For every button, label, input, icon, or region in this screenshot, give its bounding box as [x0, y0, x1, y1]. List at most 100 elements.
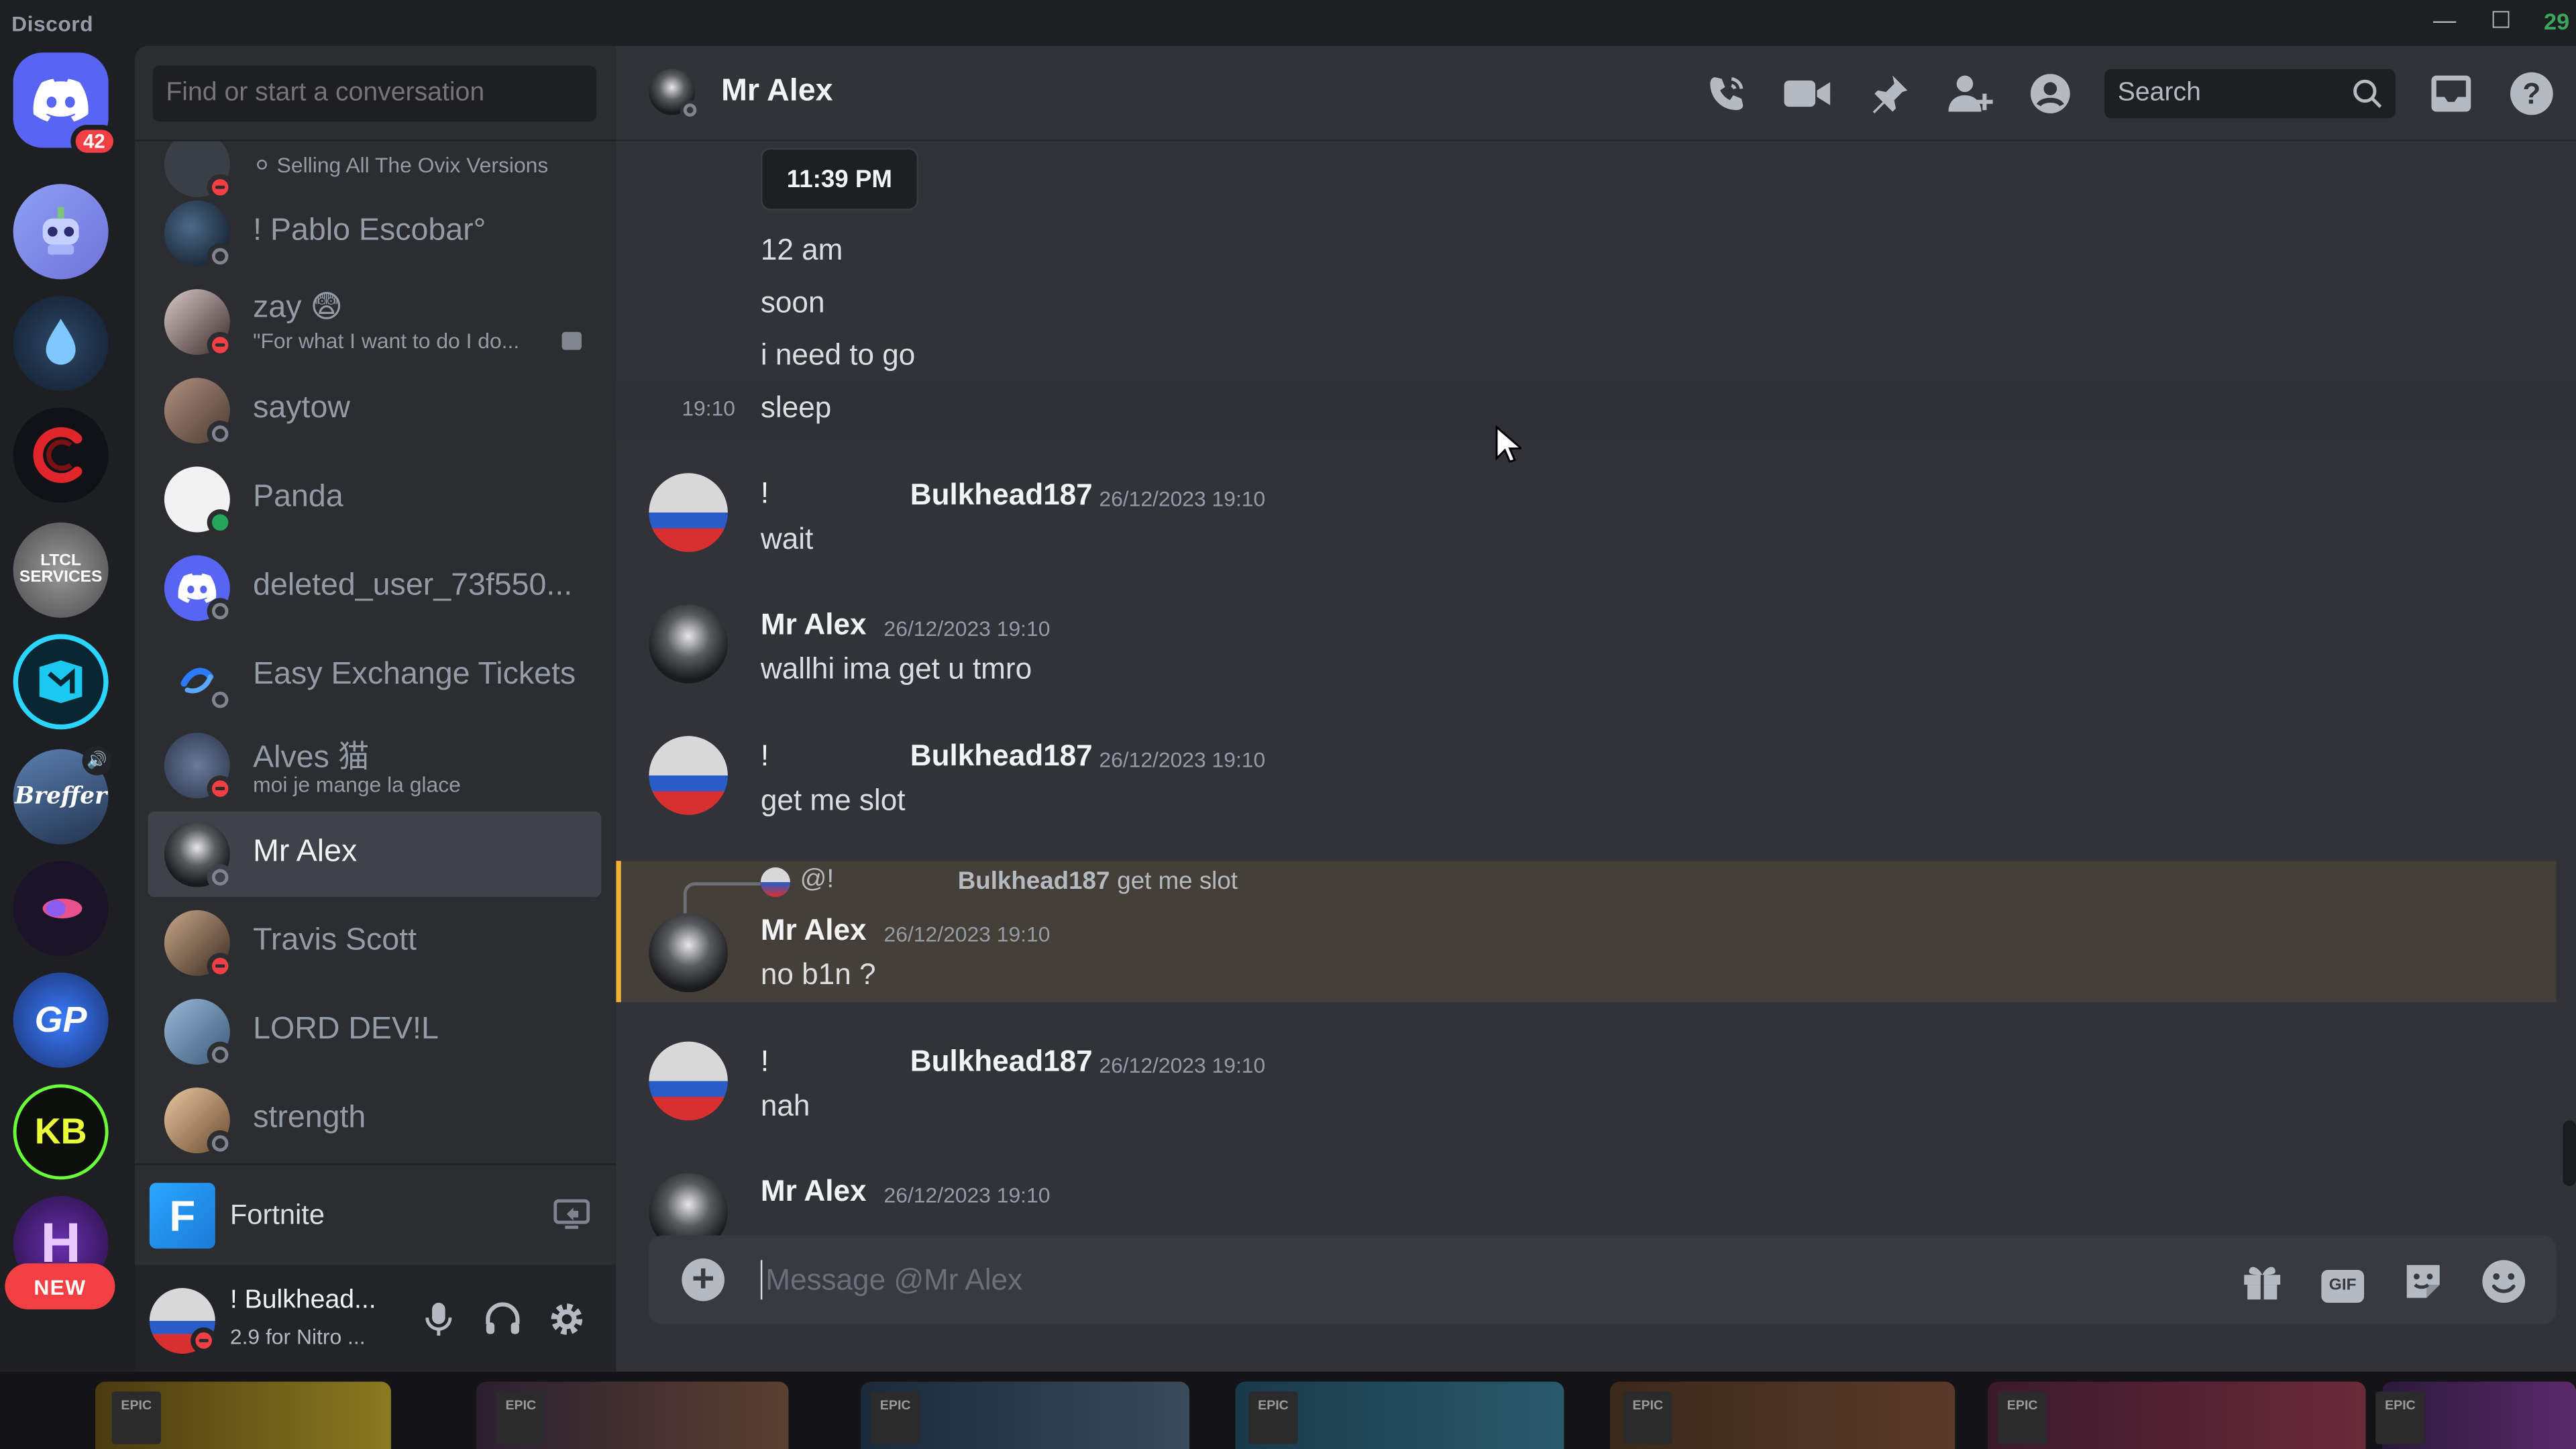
epic-games-logo-icon: EPIC — [496, 1391, 546, 1444]
minimize-button[interactable]: — — [2433, 7, 2456, 33]
dm-name: Easy Exchange Tickets — [253, 657, 576, 692]
status-dnd-icon — [191, 1327, 217, 1354]
message-input[interactable] — [760, 1260, 2206, 1300]
dm-item[interactable]: saytow — [148, 368, 601, 453]
sticker-icon[interactable] — [2399, 1256, 2448, 1305]
status-dnd-icon — [207, 775, 233, 802]
chat-search-input[interactable]: Search — [2104, 68, 2396, 119]
message-author[interactable]: Mr Alex — [761, 608, 867, 642]
fortnite-icon: F — [149, 1183, 215, 1249]
add-friend-icon[interactable] — [1945, 69, 1994, 118]
stream-game-icon[interactable] — [553, 1197, 590, 1230]
dm-item[interactable]: LORD DEV!L — [148, 989, 601, 1074]
server-icon[interactable]: LTCL SERVICES — [13, 522, 109, 618]
epic-games-logo-icon: EPIC — [111, 1391, 162, 1444]
message-author[interactable]: Mr Alex — [761, 914, 867, 948]
dm-item[interactable]: zay 😨 "For what I want to do I do... — [148, 279, 601, 364]
gift-icon[interactable] — [2238, 1256, 2287, 1305]
scrollbar-thumb[interactable] — [2563, 1120, 2576, 1187]
find-conversation-input[interactable] — [152, 65, 596, 122]
reply-avatar — [760, 867, 790, 898]
note-icon — [561, 331, 582, 350]
status-online-icon — [207, 509, 233, 536]
message-text: i need to go — [760, 338, 916, 372]
dm-name: ! Pablo Escobar° — [253, 213, 486, 248]
dm-list: ⚪ Selling All The Ovix Versions ! Pablo … — [135, 141, 616, 1163]
dm-name: saytow — [253, 390, 350, 426]
add-attachment-button[interactable]: + — [682, 1258, 725, 1301]
message-avatar[interactable] — [649, 1173, 728, 1238]
microphone-icon[interactable] — [417, 1298, 460, 1341]
activity-panel[interactable]: F Fortnite — [134, 1163, 616, 1265]
image-timestamp-chip[interactable]: 11:39 PM — [760, 148, 918, 211]
dm-item-selected[interactable]: Mr Alex — [148, 811, 602, 898]
emoji-icon[interactable] — [2479, 1256, 2528, 1305]
server-icon[interactable]: Breffer 🔊 — [13, 745, 112, 845]
message-author[interactable]: Mr Alex — [761, 1175, 867, 1209]
svg-text:?: ? — [2522, 77, 2540, 110]
reply-preview[interactable]: get me slot — [1117, 867, 1238, 896]
message-avatar[interactable] — [649, 604, 728, 684]
message-avatar[interactable] — [649, 473, 728, 552]
hovered-message[interactable] — [616, 381, 2576, 441]
message-author[interactable]: Bulkhead187 — [910, 478, 1093, 513]
dm-item[interactable]: Easy Exchange Tickets — [148, 634, 601, 719]
reply-author[interactable]: Bulkhead187 — [958, 867, 1110, 896]
maximize-button[interactable]: ☐ — [2491, 7, 2512, 35]
gp-server-icon: GP — [13, 972, 109, 1068]
message-author[interactable]: Bulkhead187 — [910, 739, 1093, 773]
gif-button[interactable]: GIF — [2318, 1256, 2367, 1305]
corner-counter: 29 — [2544, 8, 2570, 35]
server-icon[interactable] — [13, 634, 109, 730]
server-icon[interactable]: GP — [13, 972, 109, 1068]
message-timestamp: 26/12/2023 19:10 — [1099, 486, 1266, 511]
drop-server-icon — [13, 295, 109, 391]
epic-games-logo-icon: EPIC — [1997, 1391, 2047, 1444]
settings-gear-icon[interactable] — [545, 1298, 588, 1341]
dm-item[interactable]: strength — [148, 1078, 601, 1163]
server-icon[interactable] — [13, 861, 109, 957]
user-profile-icon[interactable] — [2026, 69, 2075, 118]
message-timestamp: 26/12/2023 19:10 — [883, 1183, 1051, 1208]
dm-item[interactable]: Panda — [148, 457, 601, 542]
status-offline-icon — [207, 686, 233, 713]
message-avatar[interactable] — [649, 1041, 728, 1121]
background-app-strip: EPIC EPIC EPIC EPIC EPIC EPIC EPIC — [0, 1371, 2576, 1449]
kb-server-icon: KB — [13, 1084, 109, 1180]
message-timestamp: 26/12/2023 19:10 — [883, 616, 1051, 641]
dm-item[interactable]: deleted_user_73f550... — [148, 545, 601, 631]
message-list: 11:39 PM 12 am soon i need to go 19:10 s… — [616, 142, 2576, 1238]
user-panel: ! Bulkhead... 2.9 for Nitro ... — [134, 1265, 616, 1374]
server-icon[interactable] — [13, 407, 109, 503]
username[interactable]: ! Bulkhead... — [230, 1287, 376, 1316]
direct-messages-panel: ⚪ Selling All The Ovix Versions ! Pablo … — [134, 46, 616, 1374]
dm-name: Travis Scott — [253, 923, 417, 958]
dm-name: Panda — [253, 480, 343, 515]
video-call-icon[interactable] — [1782, 69, 1831, 118]
comet-server-icon — [13, 861, 109, 957]
dm-item[interactable]: Alves 猫 moi je mange la glace — [148, 723, 601, 808]
epic-games-logo-icon: EPIC — [2375, 1391, 2425, 1444]
voice-call-icon[interactable] — [1702, 69, 1751, 118]
dm-name: strength — [253, 1100, 366, 1136]
dm-subtext: ⚪ Selling All The Ovix Versions — [253, 152, 549, 178]
server-icon[interactable]: KB — [13, 1084, 109, 1180]
headphones-icon[interactable] — [482, 1298, 525, 1341]
message-time: 19:10 — [682, 396, 736, 421]
help-icon[interactable]: ? — [2507, 69, 2556, 118]
server-icon[interactable] — [13, 184, 109, 280]
discord-window: Discord — ☐ 29 42 LTCL SERVICES Breffer … — [0, 0, 2576, 1449]
server-icon[interactable] — [13, 295, 109, 391]
pin-icon[interactable] — [1865, 69, 1914, 118]
message-avatar[interactable] — [649, 736, 728, 815]
message-author[interactable]: Bulkhead187 — [910, 1045, 1093, 1079]
message-timestamp: 26/12/2023 19:10 — [1099, 747, 1266, 773]
status-dnd-icon — [207, 953, 233, 979]
dm-item[interactable]: Travis Scott — [148, 900, 601, 985]
dm-item[interactable]: ! Pablo Escobar° — [148, 191, 601, 276]
inbox-icon[interactable] — [2426, 69, 2475, 118]
new-badge[interactable]: NEW — [5, 1263, 115, 1309]
home-button[interactable]: 42 — [13, 52, 119, 158]
message-avatar[interactable] — [649, 913, 728, 993]
message-text: sleep — [760, 390, 832, 424]
